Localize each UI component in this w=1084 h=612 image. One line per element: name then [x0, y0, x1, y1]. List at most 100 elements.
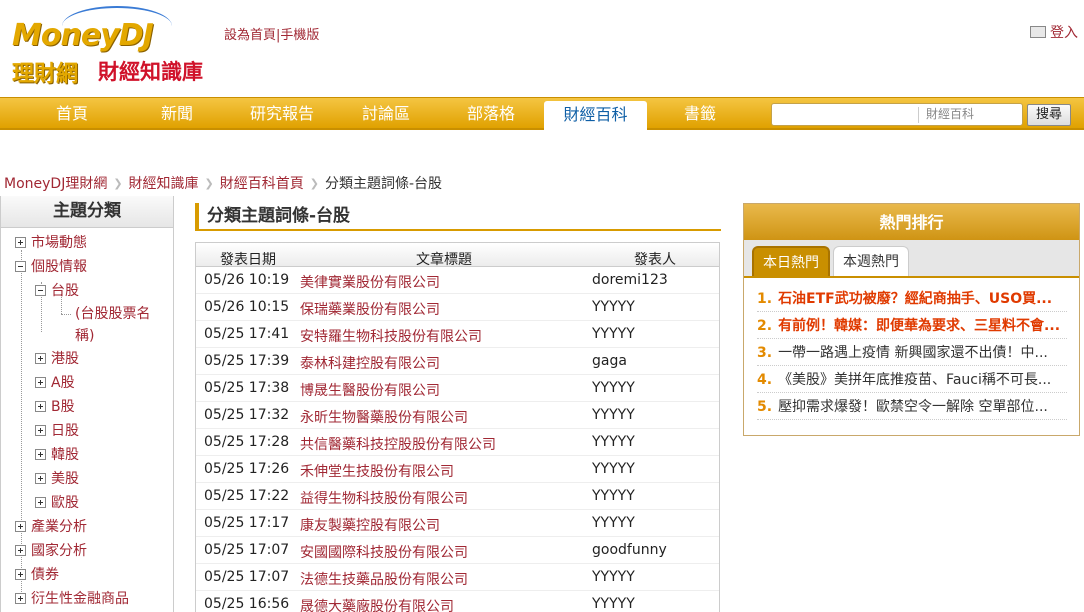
hot-item-text: 《美股》美拼年底推疫苗、Fauci稱不可長... [778, 372, 1052, 388]
table-row: 05/25 17:38 博晟生醫股份有限公司 YYYYY [196, 375, 719, 402]
sidebar-item-us-stock[interactable]: 美股 [35, 468, 79, 488]
search-divider [918, 107, 919, 123]
row-title-link[interactable]: 晟德大藥廠股份有限公司 [300, 596, 454, 612]
sidebar-item-stock-info[interactable]: 個股情報 [15, 256, 87, 276]
hot-item[interactable]: 4. 《美股》美拼年底推疫苗、Fauci稱不可長... [757, 369, 1067, 393]
sidebar-item-tw-stock[interactable]: 台股 [35, 280, 79, 300]
hot-rank-number: 1. [757, 291, 773, 307]
table-row: 05/25 17:07 法德生技藥品股份有限公司 YYYYY [196, 564, 719, 591]
row-title-link[interactable]: 益得生物科技股份有限公司 [300, 488, 468, 508]
sidebar-item-hk-stock[interactable]: 港股 [35, 348, 79, 368]
nav-blog[interactable]: 部落格 [455, 98, 527, 129]
expand-icon [35, 448, 46, 460]
breadcrumb-moneydj[interactable]: MoneyDJ理財網 [4, 173, 107, 193]
logo-brand: MoneyDJ [12, 18, 154, 53]
search-input[interactable]: 財經百科 [771, 103, 1023, 126]
row-author: YYYYY [592, 488, 635, 504]
sidebar-item-eu-stock[interactable]: 歐股 [35, 492, 79, 512]
search-category-select[interactable]: 財經百科 [926, 104, 974, 125]
breadcrumb-encyclopedia-home[interactable]: 財經百科首頁 [220, 173, 304, 193]
sidebar-item-country[interactable]: 國家分析 [15, 540, 87, 560]
row-author: doremi123 [592, 272, 668, 288]
row-title-link[interactable]: 保瑞藥業股份有限公司 [300, 299, 440, 319]
sidebar-item-market-news[interactable]: 市場動態 [15, 232, 87, 252]
sidebar-item-bonds[interactable]: 債券 [15, 564, 59, 584]
row-title-link[interactable]: 法德生技藥品股份有限公司 [300, 569, 468, 589]
moneydj-logo[interactable]: MoneyDJ 理財網 財經知識庫 [10, 6, 210, 87]
table-row: 05/26 10:19 美律實業股份有限公司 doremi123 [196, 267, 719, 294]
sidebar-item-tw-stock-names-cont[interactable]: 稱) [75, 325, 94, 345]
nav-home[interactable]: 首頁 [42, 98, 102, 129]
table-row: 05/25 17:28 共信醫藥科技控股股份有限公司 YYYYY [196, 429, 719, 456]
sidebar-item-b-share[interactable]: B股 [35, 396, 75, 416]
breadcrumb-current: 分類主題詞條-台股 [324, 176, 443, 192]
table-row: 05/25 17:39 泰林科建控股有限公司 gaga [196, 348, 719, 375]
row-author: gaga [592, 353, 627, 369]
login-link[interactable]: 登入 [1030, 22, 1078, 42]
tree-line [61, 314, 71, 315]
row-date: 05/25 17:38 [204, 380, 290, 396]
row-date: 05/25 16:56 [204, 596, 290, 612]
row-title-link[interactable]: 博晟生醫股份有限公司 [300, 380, 440, 400]
row-author: YYYYY [592, 326, 635, 342]
header-date: 發表日期 [220, 252, 276, 268]
row-title-link[interactable]: 泰林科建控股有限公司 [300, 353, 440, 373]
page-title: 分類主題詞條-台股 [195, 203, 721, 231]
expand-icon [35, 424, 46, 436]
hot-rank-number: 3. [757, 345, 773, 361]
login-label: 登入 [1050, 25, 1078, 41]
breadcrumb-knowledge-base[interactable]: 財經知識庫 [129, 173, 199, 193]
sidebar-item-tw-stock-names[interactable]: (台股股票名 [75, 303, 150, 323]
hot-ranking-title: 熱門排行 [744, 204, 1079, 240]
row-title-link[interactable]: 共信醫藥科技控股股份有限公司 [300, 434, 496, 454]
nav-encyclopedia[interactable]: 財經百科 [544, 101, 647, 130]
table-row: 05/25 17:26 禾伸堂生技股份有限公司 YYYYY [196, 456, 719, 483]
row-author: YYYYY [592, 380, 635, 396]
hot-ranking-panel: 熱門排行 本日熱門 本週熱門 1. 石油ETF武功被廢？經紀商抽手、USO買...… [743, 203, 1080, 436]
login-icon [1030, 26, 1046, 38]
row-date: 05/25 17:28 [204, 434, 290, 450]
row-date: 05/25 17:22 [204, 488, 290, 504]
row-title-link[interactable]: 康友製藥控股有限公司 [300, 515, 440, 535]
hot-item[interactable]: 5. 壓抑需求爆發！歐禁空令一解除 空單部位... [757, 396, 1067, 420]
row-title-link[interactable]: 美律實業股份有限公司 [300, 272, 440, 292]
row-author: YYYYY [592, 461, 635, 477]
set-homepage-link[interactable]: 設為首頁 [224, 28, 276, 43]
hot-item[interactable]: 3. 一帶一路遇上疫情 新興國家還不出債！中... [757, 342, 1067, 366]
expand-icon [15, 520, 26, 532]
sidebar-item-derivatives[interactable]: 衍生性金融商品 [15, 588, 129, 608]
table-row: 05/25 17:07 安國國際科技股份有限公司 goodfunny [196, 537, 719, 564]
hot-item[interactable]: 2. 有前例！韓媒：即便華為要求、三星料不會... [757, 315, 1067, 339]
row-author: goodfunny [592, 542, 667, 558]
sidebar-item-jp-stock[interactable]: 日股 [35, 420, 79, 440]
row-date: 05/26 10:15 [204, 299, 290, 315]
expand-icon [15, 236, 26, 248]
table-row: 05/25 17:41 安特羅生物科技股份有限公司 YYYYY [196, 321, 719, 348]
top-links: 設為首頁|手機版 [224, 24, 319, 43]
row-title-link[interactable]: 禾伸堂生技股份有限公司 [300, 461, 454, 481]
expand-icon [15, 592, 26, 604]
table-row: 05/26 10:15 保瑞藥業股份有限公司 YYYYY [196, 294, 719, 321]
search-button[interactable]: 搜尋 [1027, 104, 1071, 126]
expand-icon [15, 544, 26, 556]
row-title-link[interactable]: 安國國際科技股份有限公司 [300, 542, 468, 562]
hot-item-text: 壓抑需求爆發！歐禁空令一解除 空單部位... [778, 399, 1048, 415]
row-title-link[interactable]: 永昕生物醫藥股份有限公司 [300, 407, 468, 427]
sidebar-item-a-share[interactable]: A股 [35, 372, 75, 392]
row-author: YYYYY [592, 434, 635, 450]
breadcrumb: MoneyDJ理財網 ❯ 財經知識庫 ❯ 財經百科首頁 ❯ 分類主題詞條-台股 [4, 173, 442, 193]
nav-news[interactable]: 新聞 [147, 98, 207, 129]
sidebar-item-industry[interactable]: 產業分析 [15, 516, 87, 536]
nav-bookmarks[interactable]: 書籤 [670, 98, 730, 129]
hot-item[interactable]: 1. 石油ETF武功被廢？經紀商抽手、USO買... [757, 288, 1067, 312]
tab-week-hot[interactable]: 本週熱門 [833, 246, 909, 276]
row-title-link[interactable]: 安特羅生物科技股份有限公司 [300, 326, 482, 346]
mobile-version-link[interactable]: 手機版 [280, 28, 319, 43]
row-author: YYYYY [592, 407, 635, 423]
header-title: 文章標題 [416, 252, 472, 268]
row-author: YYYYY [592, 596, 635, 612]
nav-forum[interactable]: 討論區 [350, 98, 422, 129]
sidebar-item-kr-stock[interactable]: 韓股 [35, 444, 79, 464]
tab-today-hot[interactable]: 本日熱門 [752, 246, 830, 276]
nav-research[interactable]: 研究報告 [240, 98, 324, 129]
